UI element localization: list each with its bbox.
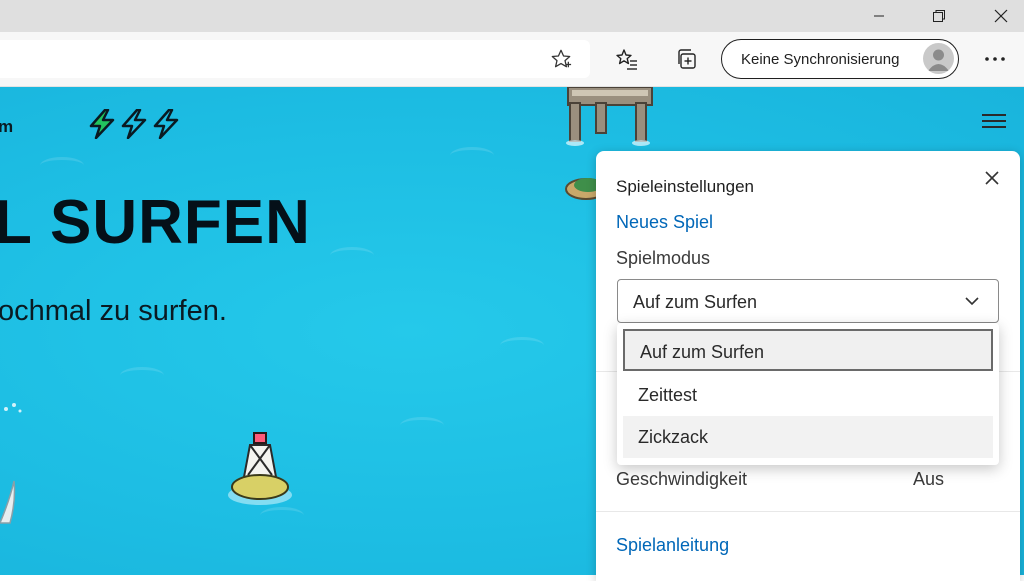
game-mode-dropdown-list: Auf zum Surfen Zeittest Zickzack <box>617 323 999 465</box>
minimize-button[interactable] <box>856 0 902 32</box>
favorites-button[interactable] <box>612 44 642 74</box>
browser-toolbar: Keine Synchronisierung <box>0 32 1024 87</box>
game-mode-value: Auf zum Surfen <box>633 292 758 312</box>
buoy-icon <box>228 432 292 505</box>
settings-title: Spieleinstellungen <box>616 177 754 196</box>
window-titlebar <box>0 0 1024 32</box>
wave-decoration <box>400 417 444 434</box>
game-subtitle: ochmal zu surfen. <box>0 295 227 327</box>
collections-button[interactable] <box>672 44 702 74</box>
shark-fin-icon <box>0 480 16 524</box>
lightning-bolt-icon <box>89 109 115 139</box>
collections-icon <box>678 49 696 69</box>
mode-option-surf[interactable]: Auf zum Surfen <box>623 329 993 371</box>
lightning-bolt-icon <box>121 109 147 139</box>
wave-decoration <box>330 247 374 264</box>
wave-decoration <box>450 147 494 164</box>
lives-indicator <box>88 109 180 139</box>
add-favorite-button[interactable] <box>546 44 576 74</box>
restore-button[interactable] <box>916 0 962 32</box>
new-game-link[interactable]: Neues Spiel <box>616 212 713 233</box>
more-icon <box>985 57 1005 61</box>
mode-option-zigzag[interactable]: Zickzack <box>623 416 993 458</box>
close-icon <box>994 9 1008 23</box>
lightning-bolt-icon <box>153 109 179 139</box>
divider <box>596 511 1020 512</box>
close-icon <box>985 171 999 185</box>
game-title: L SURFEN <box>0 188 311 257</box>
close-settings-button[interactable] <box>982 168 1002 188</box>
close-window-button[interactable] <box>978 0 1024 32</box>
game-mode-label: Spielmodus <box>616 248 711 268</box>
pier-icon <box>566 87 653 146</box>
sync-profile-button[interactable]: Keine Synchronisierung <box>721 39 959 79</box>
wave-decoration <box>40 157 84 174</box>
wave-decoration <box>120 367 164 384</box>
game-brand-text: m <box>0 117 14 136</box>
minimize-icon <box>874 15 884 17</box>
favorite-star-icon <box>551 49 572 68</box>
more-options-button[interactable] <box>980 44 1010 74</box>
splash-icon <box>4 403 22 413</box>
speed-label: Geschwindigkeit <box>616 469 748 489</box>
address-bar[interactable] <box>0 40 590 78</box>
sync-status-label: Keine Synchronisierung <box>741 51 900 68</box>
instructions-link[interactable]: Spielanleitung <box>616 535 729 556</box>
profile-avatar-icon <box>923 43 954 74</box>
chevron-down-icon <box>965 297 979 306</box>
game-mode-select[interactable]: Auf zum Surfen <box>617 279 999 323</box>
menu-hamburger-icon[interactable] <box>982 113 1006 129</box>
mode-option-time-trial[interactable]: Zeittest <box>623 374 993 416</box>
favorites-list-icon <box>616 49 637 70</box>
speed-value[interactable]: Aus <box>913 469 944 490</box>
restore-icon <box>933 10 945 22</box>
wave-decoration <box>500 337 544 354</box>
island-icon <box>565 178 600 200</box>
